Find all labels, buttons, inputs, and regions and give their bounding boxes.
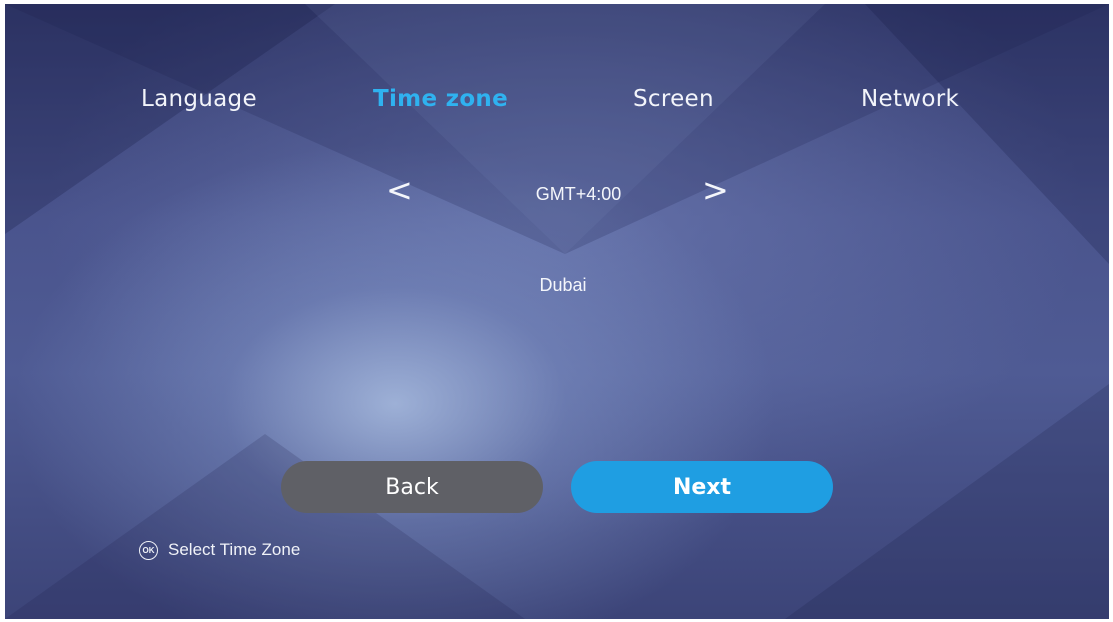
next-button[interactable]: Next bbox=[571, 461, 833, 513]
timezone-selector: < GMT+4:00 > bbox=[5, 4, 1109, 244]
timezone-value: GMT+4:00 bbox=[535, 184, 622, 204]
next-timezone-arrow-icon[interactable]: > bbox=[702, 174, 729, 206]
back-button[interactable]: Back bbox=[281, 461, 543, 513]
ok-hint: OK Select Time Zone bbox=[139, 540, 300, 560]
hint-text: Select Time Zone bbox=[168, 540, 301, 559]
setup-screen: Language Time zone Screen Network < GMT+… bbox=[5, 4, 1109, 619]
tv-frame: Language Time zone Screen Network < GMT+… bbox=[0, 0, 1113, 622]
ok-button-icon: OK bbox=[139, 540, 158, 560]
timezone-city: Dubai bbox=[539, 275, 587, 295]
